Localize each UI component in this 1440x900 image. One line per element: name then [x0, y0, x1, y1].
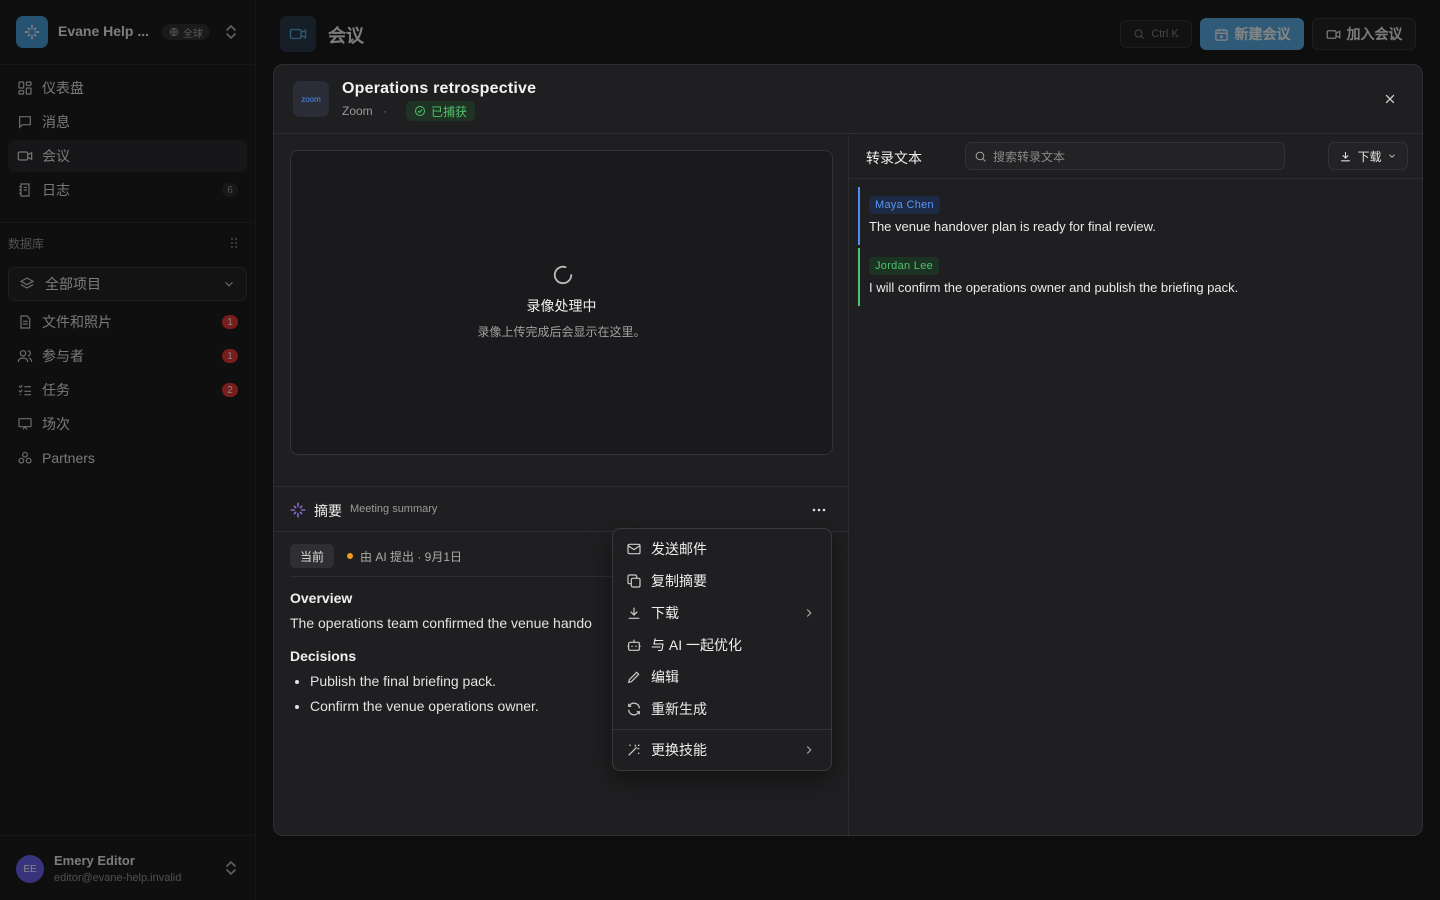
download-button[interactable]: 下载 [1328, 142, 1408, 170]
menu-item-label: 下载 [651, 605, 679, 621]
speaker-label: Jordan Lee [869, 257, 940, 275]
version-meta: 由 AI 提出 · 9月1日 [360, 550, 463, 564]
menu-item-label: 编辑 [651, 669, 679, 685]
transcript-title: 转录文本 [866, 150, 922, 166]
dialog-header: zoom Operations retrospective Zoom · 已捕获 [274, 65, 1422, 134]
transcript-header: 转录文本 搜索转录文本 下载 [850, 135, 1422, 179]
summary-header: 摘要 Meeting summary [274, 486, 849, 532]
transcript-search-input[interactable]: 搜索转录文本 [965, 142, 1285, 170]
menu-item-edit[interactable]: 编辑 [618, 662, 826, 692]
video-player: 录像处理中 录像上传完成后会显示在这里。 [290, 150, 833, 455]
menu-item-regenerate[interactable]: 重新生成 [618, 694, 826, 724]
menu-item-copy-summary[interactable]: 复制摘要 [618, 566, 826, 596]
menu-item-send-email[interactable]: 发送邮件 [618, 534, 826, 564]
more-options-button[interactable] [810, 501, 828, 519]
menu-item-label: 与 AI 一起优化 [651, 637, 743, 653]
copy-icon [626, 573, 642, 589]
transcript-segment[interactable]: Jordan Lee I will confirm the operations… [858, 248, 1398, 306]
summary-title: 摘要 [314, 503, 342, 519]
menu-item-refine-with-ai[interactable]: 与 AI 一起优化 [618, 630, 826, 660]
download-icon [626, 605, 642, 621]
video-status-title: 录像处理中 [526, 298, 597, 314]
mail-icon [626, 541, 642, 557]
separator: · [383, 104, 387, 118]
speaker-label: Maya Chen [869, 196, 940, 214]
chevron-down-icon [1388, 154, 1395, 158]
transcript-pane: 转录文本 搜索转录文本 下载 Maya Chen The venue hando… [850, 135, 1422, 835]
bot-icon [626, 637, 642, 653]
zoom-logo: zoom [293, 81, 329, 117]
meeting-title: Operations retrospective [342, 80, 537, 97]
segment-text: I will confirm the operations owner and … [869, 280, 1239, 295]
menu-item-label: 更换技能 [651, 742, 707, 758]
chevron-right-icon [802, 606, 816, 620]
close-button[interactable] [1380, 89, 1400, 109]
meeting-dialog: zoom Operations retrospective Zoom · 已捕获… [273, 64, 1423, 836]
search-icon [975, 151, 986, 162]
status-badge: 已捕获 [406, 101, 476, 121]
sparkle-icon [289, 501, 307, 519]
status-label: 已捕获 [431, 104, 468, 119]
menu-divider [613, 729, 831, 730]
menu-item-label: 复制摘要 [651, 573, 707, 589]
menu-item-download[interactable]: 下载 [618, 598, 826, 628]
status-dot [347, 553, 353, 559]
check-circle-icon [415, 106, 425, 116]
download-icon [1341, 151, 1351, 161]
menu-item-label: 重新生成 [651, 701, 707, 717]
pencil-icon [626, 669, 642, 685]
segment-text: The venue handover plan is ready for fin… [869, 219, 1156, 234]
download-label: 下载 [1357, 149, 1382, 164]
more-horizontal-icon [812, 508, 826, 512]
meeting-source: Zoom [342, 104, 373, 118]
refresh-icon [626, 701, 642, 717]
menu-item-label: 发送邮件 [651, 541, 707, 557]
menu-item-change-skill[interactable]: 更换技能 [618, 735, 826, 765]
summary-actions-menu: 发送邮件 复制摘要 下载 与 AI 一起优化 编辑 重新生成 更换技能 [612, 528, 832, 771]
transcript-segment[interactable]: Maya Chen The venue handover plan is rea… [858, 187, 1398, 245]
summary-subtitle: Meeting summary [350, 503, 438, 515]
close-icon [1385, 94, 1395, 104]
version-tag[interactable]: 当前 [290, 544, 335, 568]
loading-spinner-icon [552, 264, 574, 286]
wand-icon [626, 742, 642, 758]
chevron-right-icon [802, 743, 816, 757]
video-status-subtitle: 录像上传完成后会显示在这里。 [477, 325, 646, 339]
search-placeholder: 搜索转录文本 [993, 149, 1066, 164]
